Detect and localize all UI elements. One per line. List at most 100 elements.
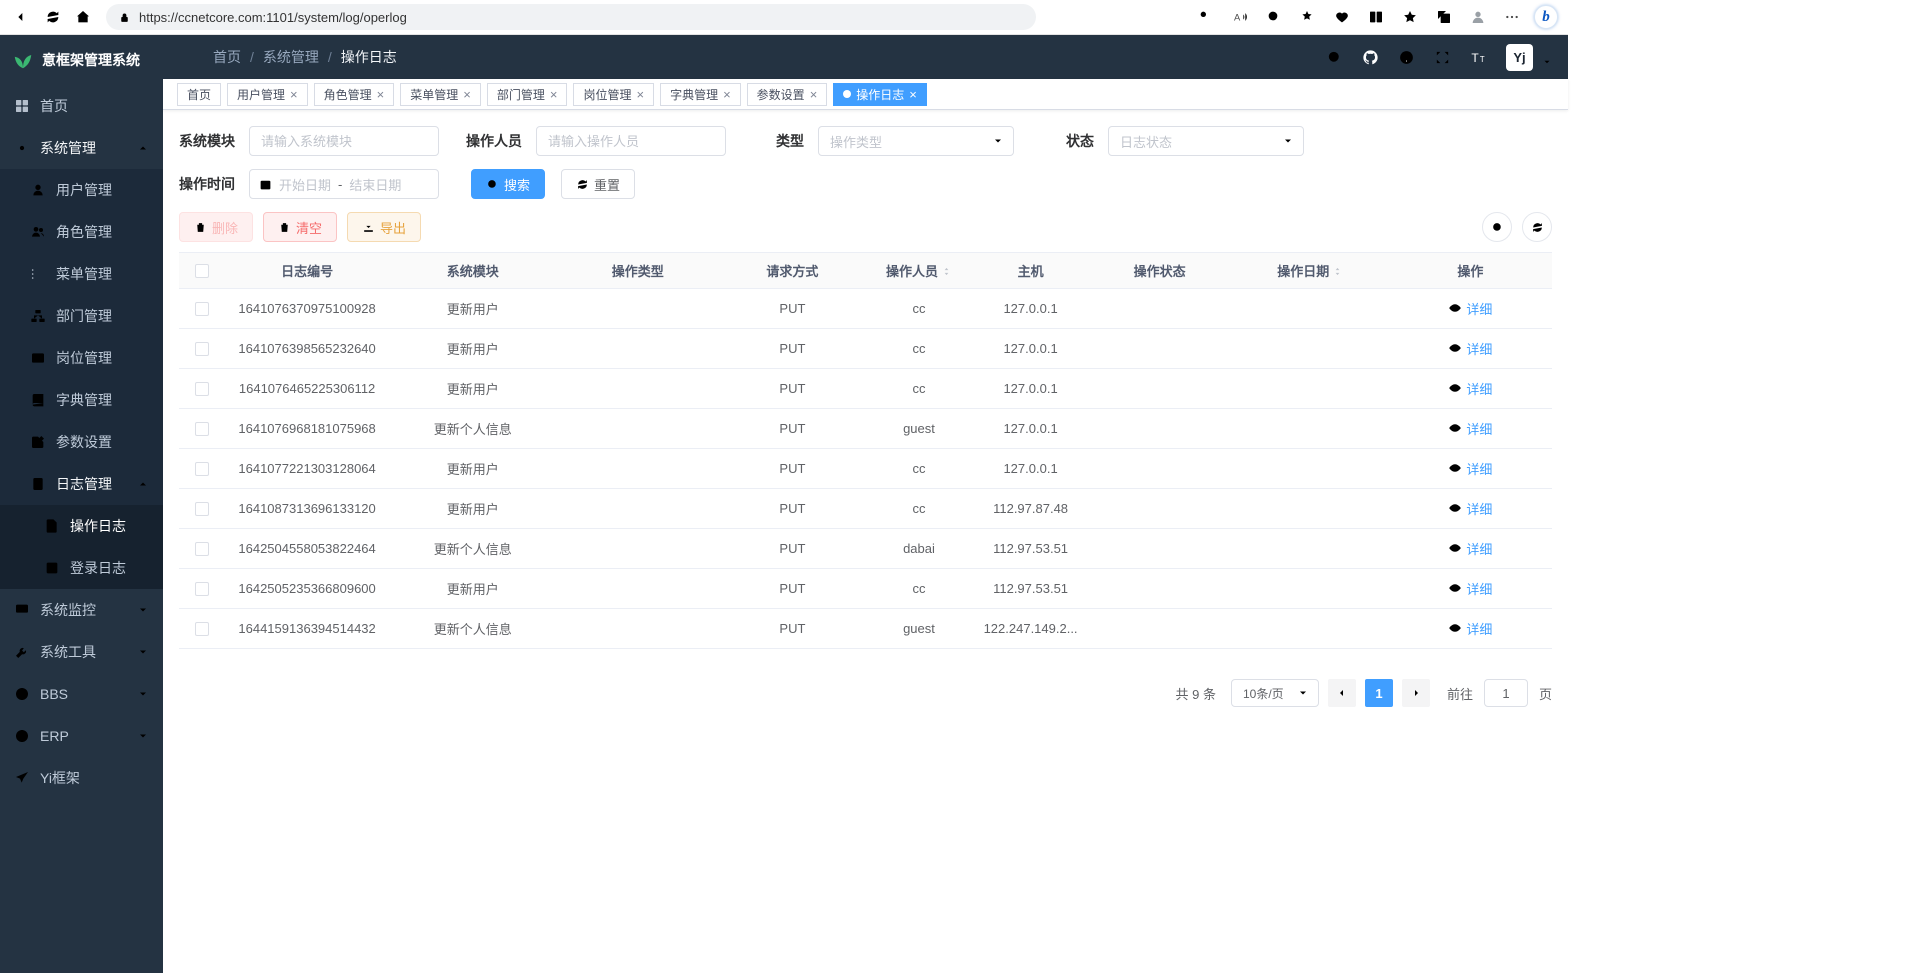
row-checkbox[interactable]: [195, 302, 209, 316]
breadcrumb-item-系统管理[interactable]: 系统管理: [263, 47, 319, 67]
tab-用户管理[interactable]: 用户管理×: [227, 83, 308, 106]
tab-操作日志[interactable]: 操作日志×: [833, 83, 927, 106]
sidebar-item-操作日志[interactable]: 操作日志: [0, 505, 163, 547]
tab-参数设置[interactable]: 参数设置×: [747, 83, 828, 106]
row-checkbox[interactable]: [195, 502, 209, 516]
read-aloud-button[interactable]: [1226, 3, 1254, 31]
collections-button[interactable]: [1430, 3, 1458, 31]
browser-profile-button[interactable]: [1464, 3, 1492, 31]
zoom-out-button[interactable]: [1260, 3, 1288, 31]
sidebar-item-系统工具[interactable]: 系统工具: [0, 631, 163, 673]
detail-link[interactable]: 详细: [1448, 379, 1492, 398]
type-select[interactable]: 操作类型: [818, 126, 1014, 156]
page-1-button[interactable]: 1: [1365, 679, 1393, 707]
avatar-caret-down-icon[interactable]: [1542, 57, 1552, 67]
sidebar-item-日志管理[interactable]: 日志管理: [0, 463, 163, 505]
close-tab-icon[interactable]: ×: [909, 88, 917, 101]
detail-link[interactable]: 详细: [1448, 299, 1492, 318]
row-checkbox[interactable]: [195, 622, 209, 636]
header-search-button[interactable]: [1326, 49, 1343, 66]
column-header-操作人员[interactable]: 操作人员: [864, 253, 973, 289]
delete-button[interactable]: 删除: [179, 212, 253, 242]
browser-menu-button[interactable]: [1498, 3, 1526, 31]
browser-home-button[interactable]: [68, 3, 98, 31]
font-size-button[interactable]: [1470, 49, 1487, 66]
detail-link[interactable]: 详细: [1448, 419, 1492, 438]
row-checkbox[interactable]: [195, 422, 209, 436]
close-tab-icon[interactable]: ×: [636, 88, 644, 101]
next-page-button[interactable]: [1402, 679, 1430, 707]
detail-link[interactable]: 详细: [1448, 499, 1492, 518]
page-size-select[interactable]: 10条/页: [1231, 679, 1319, 707]
address-bar[interactable]: https://ccnetcore.com:1101/system/log/op…: [106, 4, 1036, 30]
status-select[interactable]: 日志状态: [1108, 126, 1304, 156]
browser-refresh-button[interactable]: [38, 3, 68, 31]
detail-link[interactable]: 详细: [1448, 459, 1492, 478]
sidebar-item-Yi框架[interactable]: Yi框架: [0, 757, 163, 799]
search-button[interactable]: 搜索: [471, 169, 545, 199]
sidebar-item-参数设置[interactable]: 参数设置: [0, 421, 163, 463]
date-range-picker[interactable]: 开始日期 - 结束日期: [249, 169, 439, 199]
detail-link[interactable]: 详细: [1448, 539, 1492, 558]
sidebar-item-岗位管理[interactable]: 岗位管理: [0, 337, 163, 379]
tab-部门管理[interactable]: 部门管理×: [487, 83, 568, 106]
row-checkbox[interactable]: [195, 382, 209, 396]
status-select-value: 日志状态: [1120, 132, 1172, 151]
select-all-checkbox[interactable]: [195, 264, 209, 278]
collapse-sidebar-button[interactable]: [179, 48, 197, 66]
close-tab-icon[interactable]: ×: [290, 88, 298, 101]
tab-菜单管理[interactable]: 菜单管理×: [400, 83, 481, 106]
user-avatar[interactable]: Yj: [1506, 44, 1533, 71]
row-checkbox[interactable]: [195, 342, 209, 356]
close-tab-icon[interactable]: ×: [463, 88, 471, 101]
row-checkbox[interactable]: [195, 582, 209, 596]
sidebar-item-字典管理[interactable]: 字典管理: [0, 379, 163, 421]
detail-link[interactable]: 详细: [1448, 339, 1492, 358]
favorites-button[interactable]: [1396, 3, 1424, 31]
sidebar-item-角色管理[interactable]: 角色管理: [0, 211, 163, 253]
close-tab-icon[interactable]: ×: [810, 88, 818, 101]
operator-input[interactable]: [536, 126, 726, 156]
close-tab-icon[interactable]: ×: [723, 88, 731, 101]
fullscreen-button[interactable]: [1434, 49, 1451, 66]
tab-岗位管理[interactable]: 岗位管理×: [573, 83, 654, 106]
module-input[interactable]: [249, 126, 439, 156]
sidebar-item-用户管理[interactable]: 用户管理: [0, 169, 163, 211]
clear-button[interactable]: 清空: [263, 212, 337, 242]
sidebar-item-ERP[interactable]: ERP: [0, 715, 163, 757]
tab-首页[interactable]: 首页: [177, 83, 221, 106]
column-header-操作日期[interactable]: 操作日期: [1232, 253, 1389, 289]
tab-字典管理[interactable]: 字典管理×: [660, 83, 741, 106]
browser-essentials-button[interactable]: [1328, 3, 1356, 31]
add-favorite-button[interactable]: [1294, 3, 1322, 31]
sidebar-item-菜单管理[interactable]: 菜单管理: [0, 253, 163, 295]
goto-page-input[interactable]: [1484, 679, 1528, 707]
password-key-button[interactable]: [1192, 3, 1220, 31]
sidebar-item-部门管理[interactable]: 部门管理: [0, 295, 163, 337]
help-button[interactable]: [1398, 49, 1415, 66]
sidebar-item-BBS[interactable]: BBS: [0, 673, 163, 715]
refresh-table-button[interactable]: [1522, 212, 1552, 242]
tab-角色管理[interactable]: 角色管理×: [314, 83, 395, 106]
close-tab-icon[interactable]: ×: [377, 88, 385, 101]
detail-link[interactable]: 详细: [1448, 619, 1492, 638]
sidebar-item-首页[interactable]: 首页: [0, 85, 163, 127]
github-button[interactable]: [1362, 49, 1379, 66]
breadcrumb-item-首页[interactable]: 首页: [213, 47, 241, 67]
split-screen-button[interactable]: [1362, 3, 1390, 31]
table-header-row: 日志编号系统模块操作类型请求方式操作人员主机操作状态操作日期操作: [179, 253, 1552, 289]
export-button[interactable]: 导出: [347, 212, 421, 242]
sidebar-item-登录日志[interactable]: 登录日志: [0, 547, 163, 589]
reset-button[interactable]: 重置: [561, 169, 635, 199]
toggle-search-button[interactable]: [1482, 212, 1512, 242]
sidebar-item-系统管理[interactable]: 系统管理: [0, 127, 163, 169]
sidebar-item-系统监控[interactable]: 系统监控: [0, 589, 163, 631]
detail-link[interactable]: 详细: [1448, 579, 1492, 598]
prev-page-button[interactable]: [1328, 679, 1356, 707]
table-row: 1641076398565232640更新用户PUTcc127.0.0.1详细: [179, 329, 1552, 369]
close-tab-icon[interactable]: ×: [550, 88, 558, 101]
row-checkbox[interactable]: [195, 462, 209, 476]
copilot-button[interactable]: b: [1532, 3, 1560, 31]
row-checkbox[interactable]: [195, 542, 209, 556]
browser-back-button[interactable]: [8, 3, 38, 31]
